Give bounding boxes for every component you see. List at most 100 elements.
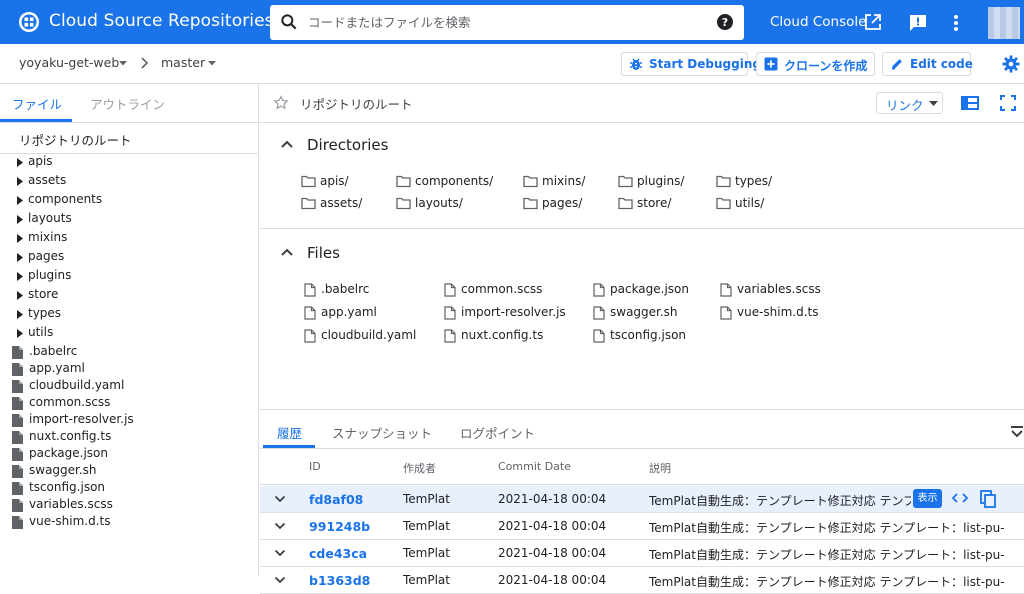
caret-right-icon[interactable] (17, 234, 23, 243)
file-icon (12, 499, 23, 512)
file-icon (12, 414, 23, 427)
table-row[interactable]: 991248b TemPlat 2021-04-18 00:04 TemPlat自動生… (260, 513, 1024, 540)
caret-down-icon[interactable] (118, 58, 128, 68)
file-icon (593, 329, 605, 343)
table-row[interactable]: fd8af08 TemPlat 2021-04-18 00:04 TemPlat自動生… (260, 486, 1024, 513)
search-input[interactable] (308, 11, 708, 33)
clone-button[interactable]: クローンを作成 (756, 52, 875, 76)
folder-icon (396, 175, 411, 188)
directory-label: assets/ (320, 196, 363, 210)
file-icon (12, 346, 23, 359)
repo-selector[interactable]: yoyaku-get-web (19, 55, 119, 70)
caret-right-icon[interactable] (17, 329, 23, 338)
caret-right-icon[interactable] (17, 253, 23, 262)
expand-more-icon[interactable] (274, 576, 286, 584)
fullscreen-icon[interactable] (1000, 95, 1016, 111)
commit-id-link[interactable]: fd8af08 (309, 492, 363, 507)
commit-id-link[interactable]: b1363d8 (309, 573, 370, 588)
directory-label: mixins/ (542, 174, 586, 188)
caret-right-icon[interactable] (17, 291, 23, 300)
tree-file-label: common.scss (29, 395, 111, 409)
directory-label: utils/ (735, 196, 765, 210)
open-in-new-icon[interactable] (864, 13, 882, 31)
file-label: common.scss (461, 282, 543, 296)
tree-folder-label: utils (28, 325, 54, 339)
settings-gear-icon[interactable] (1002, 55, 1020, 73)
file-label: .babelrc (321, 282, 370, 296)
branch-selector[interactable]: master (161, 55, 205, 70)
help-icon[interactable]: ? (717, 14, 733, 30)
expand-more-icon[interactable] (274, 522, 286, 530)
caret-right-icon[interactable] (17, 177, 23, 186)
search-box[interactable]: ? (270, 5, 744, 40)
split-view-icon[interactable] (961, 95, 979, 111)
tab-logpoints[interactable]: ログポイント (460, 423, 535, 442)
file-label: swagger.sh (610, 305, 678, 319)
commit-id-link[interactable]: cde43ca (309, 546, 367, 561)
caret-down-icon[interactable] (207, 58, 217, 68)
tab-files[interactable]: ファイル (12, 94, 62, 113)
tab-history[interactable]: 履歴 (277, 423, 302, 442)
file-icon (12, 465, 23, 478)
commit-date: 2021-04-18 00:04 (498, 573, 607, 587)
folder-icon (618, 175, 633, 188)
column-header-id[interactable]: ID (309, 460, 321, 473)
feedback-icon[interactable] (908, 13, 928, 33)
column-header-description[interactable]: 説明 (649, 460, 671, 476)
cloud-source-logo-icon[interactable] (18, 11, 40, 33)
folder-icon (523, 175, 538, 188)
svg-text:?: ? (722, 16, 728, 29)
caret-right-icon[interactable] (17, 215, 23, 224)
start-debugging-button[interactable]: Start Debugging (621, 52, 761, 76)
account-avatar[interactable] (988, 7, 1020, 39)
cloud-console-link[interactable]: Cloud Console (770, 14, 866, 30)
file-label: nuxt.config.ts (461, 328, 544, 342)
bug-icon (629, 57, 643, 71)
more-vert-icon[interactable] (948, 13, 964, 33)
file-icon (444, 283, 456, 297)
file-icon (12, 380, 23, 393)
tab-snapshots[interactable]: スナップショット (332, 423, 432, 442)
commit-id-link[interactable]: 991248b (309, 519, 370, 534)
tab-outline[interactable]: アウトライン (90, 94, 165, 113)
commit-author: TemPlat (403, 573, 450, 587)
star-icon[interactable] (273, 95, 289, 111)
directory-label: plugins/ (637, 174, 685, 188)
app-title[interactable]: Cloud Source Repositories (49, 11, 274, 31)
table-row[interactable]: b1363d8 TemPlat 2021-04-18 00:04 TemPlat自動生… (260, 567, 1024, 594)
link-dropdown-button[interactable]: リンク (876, 92, 943, 114)
expand-more-icon[interactable] (274, 549, 286, 557)
tree-folder-label: pages (28, 249, 65, 263)
caret-right-icon[interactable] (17, 196, 23, 205)
show-commit-button[interactable]: 表示 (913, 489, 942, 508)
copy-icon[interactable] (980, 490, 996, 508)
commit-message: TemPlat自動生成：テンプレート修正対応 テンプレート：list-pu- (649, 494, 911, 508)
tree-file-label: variables.scss (29, 497, 113, 511)
folder-icon (301, 197, 316, 210)
edit-code-button[interactable]: Edit code (882, 52, 973, 76)
commit-message: TemPlat自動生成：テンプレート修正対応 テンプレート：list-pu- (649, 548, 1005, 562)
edit-pencil-icon (890, 57, 904, 71)
file-label: app.yaml (321, 305, 377, 319)
start-debugging-label: Start Debugging (649, 57, 761, 71)
file-icon (304, 283, 316, 297)
caret-right-icon[interactable] (17, 310, 23, 319)
column-header-author[interactable]: 作成者 (403, 460, 436, 476)
table-row[interactable]: cde43ca TemPlat 2021-04-18 00:04 TemPlat自動生… (260, 540, 1024, 567)
column-header-commit-date[interactable]: Commit Date (498, 460, 571, 473)
file-icon (12, 516, 23, 529)
repo-root-item[interactable]: リポジトリのルート (19, 130, 132, 149)
file-icon (12, 448, 23, 461)
collapse-panel-icon[interactable] (1010, 425, 1024, 439)
expand-more-icon[interactable] (274, 495, 286, 503)
file-icon (593, 283, 605, 297)
top-app-bar: Cloud Source Repositories ? Cloud Consol… (0, 0, 1024, 44)
caret-right-icon[interactable] (17, 272, 23, 281)
directory-label: components/ (415, 174, 494, 188)
code-icon[interactable] (952, 492, 968, 504)
caret-right-icon[interactable] (17, 158, 23, 167)
chevron-up-icon[interactable] (280, 246, 294, 258)
chevron-up-icon[interactable] (280, 138, 294, 150)
tree-folder-label: mixins (28, 230, 68, 244)
tree-file-label: cloudbuild.yaml (29, 378, 125, 392)
